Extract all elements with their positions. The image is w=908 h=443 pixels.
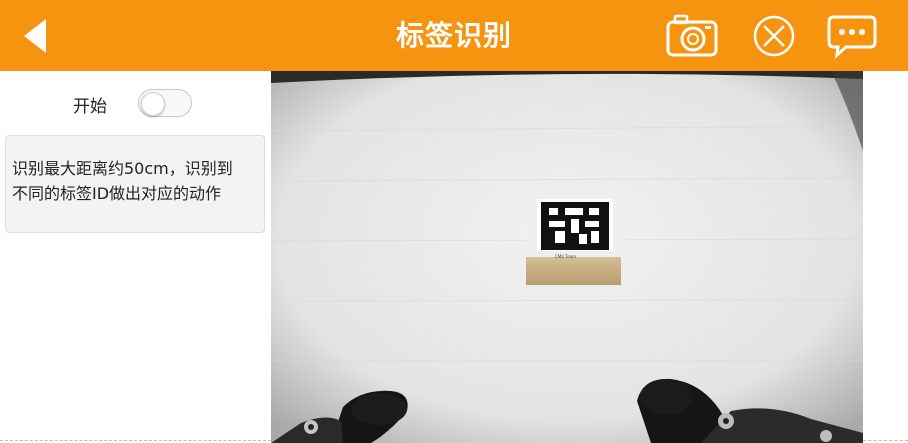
- start-toggle[interactable]: [138, 89, 192, 117]
- info-text-line-1: 识别最大距离约50cm，识别到: [12, 159, 233, 178]
- camera-feed: CMU Team: [271, 71, 863, 443]
- toggle-knob: [141, 92, 165, 116]
- close-circle-icon[interactable]: [748, 12, 800, 60]
- bottom-divider-right: [863, 440, 908, 441]
- camera-feed-image: CMU Team: [271, 71, 863, 443]
- top-bar: 标签识别: [0, 0, 908, 71]
- info-text-line-2: 不同的标签ID做出对应的动作: [12, 184, 222, 203]
- right-margin: [863, 71, 908, 443]
- bottom-divider: [0, 440, 271, 441]
- svg-text:CMU Team: CMU Team: [555, 254, 576, 259]
- start-row: 开始: [0, 81, 271, 125]
- start-label: 开始: [73, 97, 107, 117]
- control-panel: 开始 识别最大距离约50cm，识别到 不同的标签ID做出对应的动作: [0, 71, 271, 443]
- chat-bubble-icon[interactable]: [826, 12, 878, 60]
- back-arrow-icon[interactable]: [18, 16, 54, 56]
- camera-icon[interactable]: [666, 12, 718, 60]
- info-box: 识别最大距离约50cm，识别到 不同的标签ID做出对应的动作: [5, 135, 265, 233]
